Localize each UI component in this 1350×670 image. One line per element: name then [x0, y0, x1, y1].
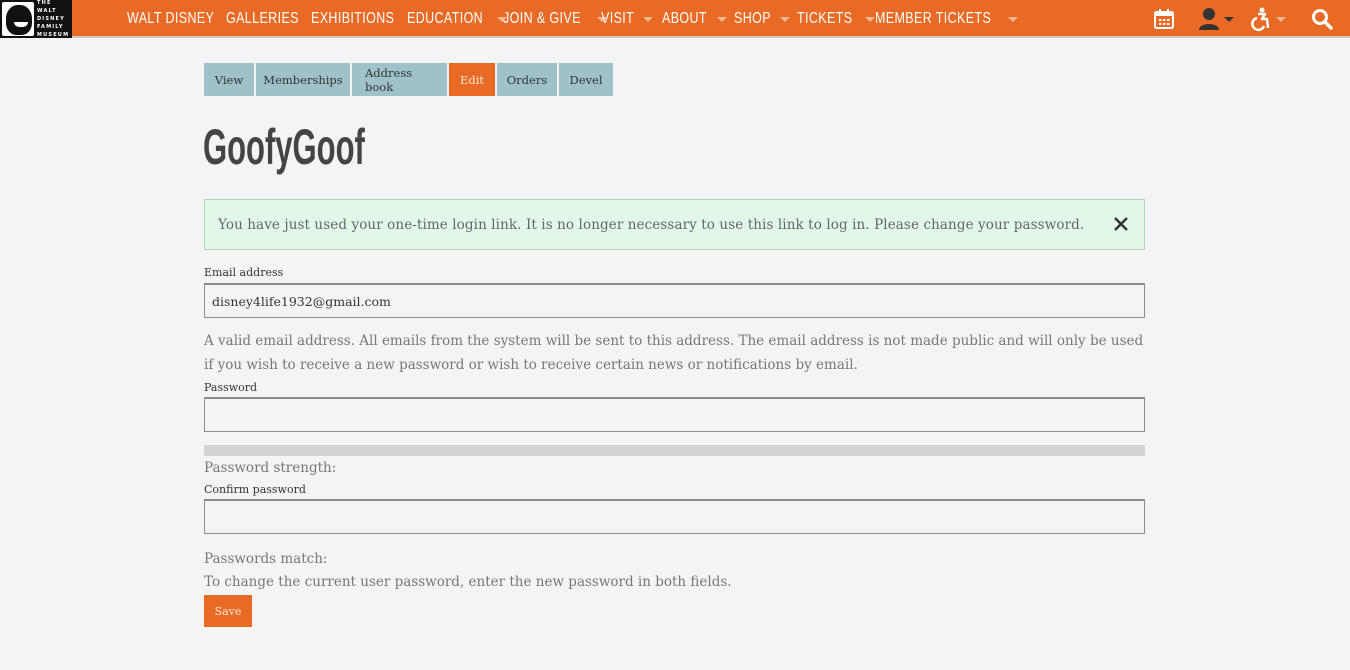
calendar-icon [1154, 9, 1174, 29]
logo-text: THE WALT DISNEY FAMILY MUSEUM [36, 0, 70, 38]
password-change-description: To change the current user password, ent… [204, 574, 732, 590]
chevron-down-icon [780, 16, 791, 22]
status-message: You have just used your one-time login l… [204, 199, 1145, 250]
passwords-match-label: Passwords match: [204, 551, 328, 567]
page-title: GoofyGoof [203, 119, 365, 175]
chevron-down-icon [716, 16, 727, 22]
status-message-text: You have just used your one-time login l… [218, 216, 1085, 233]
top-navigation-bar: THE WALT DISNEY FAMILY MUSEUM WALT DISNE… [0, 0, 1350, 38]
chevron-down-icon [1224, 16, 1234, 22]
accessibility-button[interactable] [1250, 0, 1286, 38]
user-icon [1199, 8, 1219, 30]
tab-address-book[interactable]: Address book [352, 63, 447, 96]
email-field[interactable] [204, 283, 1145, 318]
tab-orders[interactable]: Orders [497, 63, 557, 96]
close-icon[interactable] [1111, 214, 1131, 234]
nav-item-education[interactable]: EDUCATION [407, 0, 507, 38]
nav-item-about[interactable]: ABOUT [662, 0, 734, 38]
password-strength-bar [204, 445, 1145, 456]
confirm-password-field[interactable] [204, 499, 1145, 534]
account-tabs: View Memberships Address book Edit Order… [204, 63, 615, 96]
chevron-down-icon [865, 16, 876, 22]
email-label: Email address [204, 266, 284, 279]
accessibility-icon [1251, 7, 1270, 31]
search-button[interactable] [1311, 0, 1333, 38]
nav-item-walt-disney[interactable]: WALT DISNEY [127, 0, 226, 38]
tab-view[interactable]: View [204, 63, 254, 96]
chevron-down-icon [1276, 16, 1286, 22]
walt-face-logo-icon [2, 2, 34, 36]
calendar-button[interactable] [1153, 0, 1175, 38]
user-menu-button[interactable] [1198, 0, 1234, 38]
password-strength-label: Password strength: [204, 460, 337, 476]
confirm-password-label: Confirm password [204, 483, 306, 496]
chevron-down-icon [1007, 16, 1018, 22]
nav-item-shop[interactable]: SHOP [734, 0, 797, 38]
password-label: Password [204, 381, 258, 394]
nav-item-tickets[interactable]: TICKETS [797, 0, 876, 38]
main-nav: WALT DISNEY GALLERIES EXHIBITIONS EDUCAT… [127, 0, 1018, 38]
search-icon [1312, 9, 1333, 30]
museum-logo[interactable]: THE WALT DISNEY FAMILY MUSEUM [0, 0, 72, 38]
nav-item-galleries[interactable]: GALLERIES [226, 0, 311, 38]
nav-item-exhibitions[interactable]: EXHIBITIONS [311, 0, 407, 38]
nav-item-join-give[interactable]: JOIN & GIVE [503, 0, 607, 38]
tab-edit[interactable]: Edit [449, 63, 495, 96]
save-button[interactable]: Save [204, 595, 252, 627]
nav-item-member-tickets[interactable]: MEMBER TICKETS [875, 0, 1018, 38]
tab-devel[interactable]: Devel [559, 63, 613, 96]
nav-item-visit[interactable]: VISIT [601, 0, 662, 38]
email-description: A valid email address. All emails from t… [204, 333, 1144, 373]
tab-memberships[interactable]: Memberships [256, 63, 350, 96]
chevron-down-icon [642, 16, 653, 22]
password-field[interactable] [204, 397, 1145, 432]
